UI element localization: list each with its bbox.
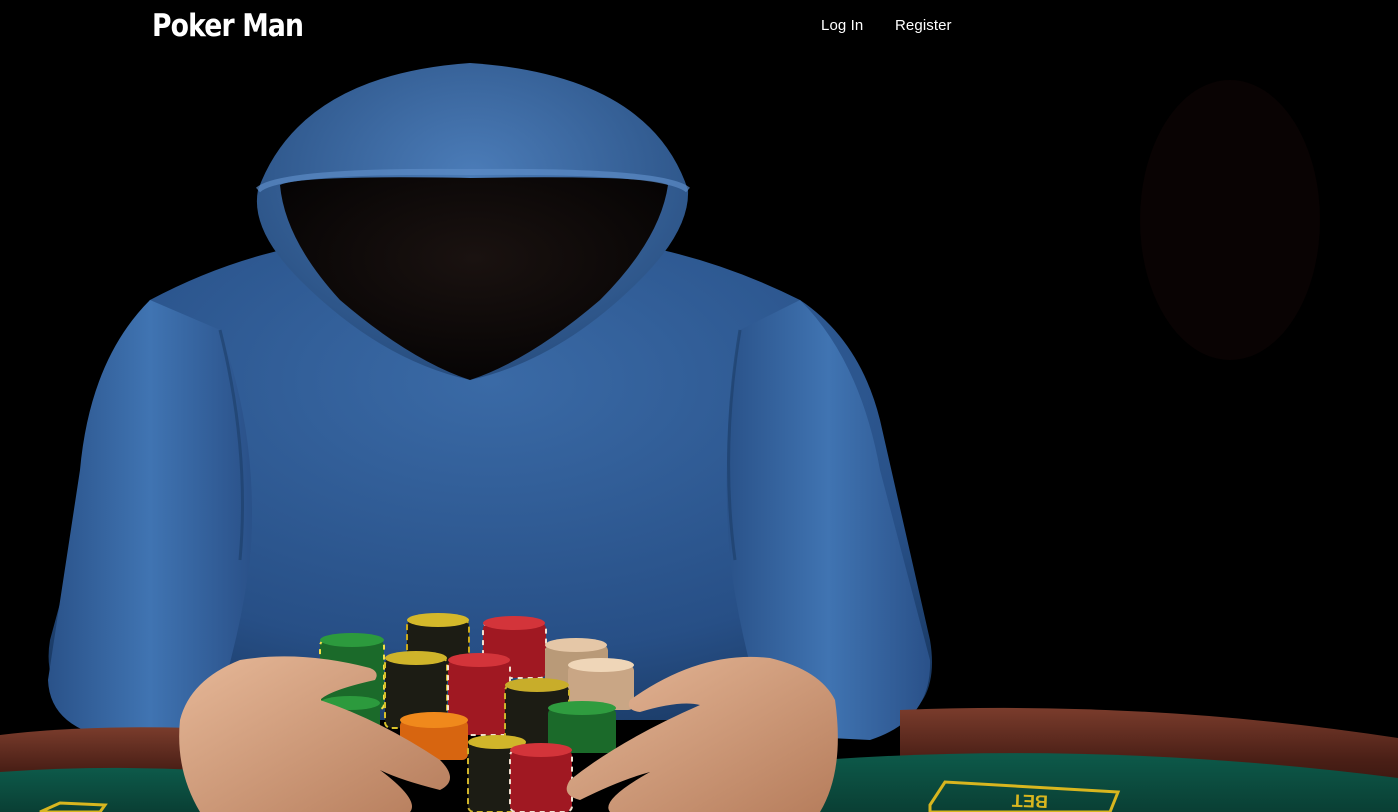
brand-logo[interactable]: Poker Man	[152, 8, 304, 44]
register-link[interactable]: Register	[895, 17, 952, 34]
bet-label: BET	[1012, 790, 1049, 811]
login-link[interactable]: Log In	[821, 17, 863, 34]
navbar: Poker Man Log In Register	[0, 0, 1398, 63]
hero-image: BET	[0, 63, 1398, 812]
hero-illustration: BET	[0, 63, 1398, 812]
